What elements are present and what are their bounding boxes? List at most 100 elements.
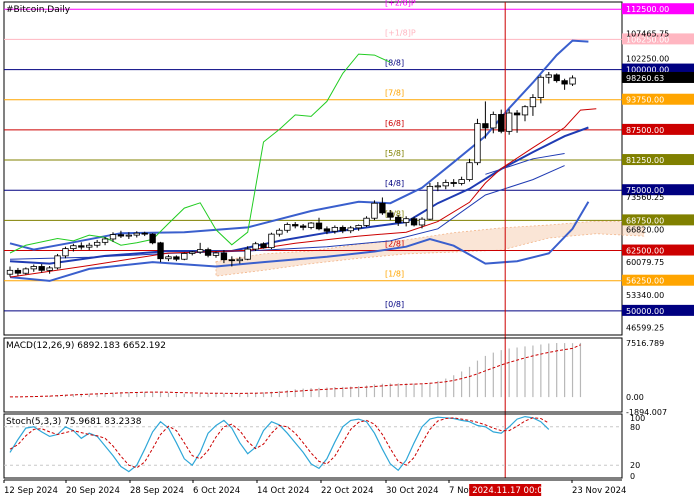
stochastic-tick-label: 0 [630,472,635,481]
candle-body[interactable] [212,252,220,256]
candle-body[interactable] [521,106,529,116]
candle-body[interactable] [561,80,568,85]
candle-body[interactable] [93,241,101,246]
candle-body[interactable] [101,238,109,243]
candle-body[interactable] [363,217,370,226]
candle-body[interactable] [6,269,14,275]
candle-body[interactable] [189,251,196,254]
candle-body[interactable] [204,249,212,256]
candle-body[interactable] [22,268,30,274]
candle-body[interactable] [537,76,545,98]
candle-body[interactable] [418,218,426,226]
candle-body[interactable] [78,245,85,248]
candle-body[interactable] [62,248,69,257]
macd-tick-label: 7516.789 [626,339,664,348]
candle-body[interactable] [355,225,362,229]
candle-body[interactable] [513,112,521,116]
candle-body[interactable] [434,185,442,188]
candle-body[interactable] [149,233,156,244]
murrey-level-label: [4/8] [385,179,404,188]
candle-body[interactable] [323,228,331,232]
candle-body[interactable] [109,234,117,240]
candle-body[interactable] [86,244,93,248]
candle-body[interactable] [466,162,473,180]
murrey-level-label: [8/8] [385,59,404,68]
candle-body[interactable] [117,234,125,237]
murrey-axis-tag-label: 56250.00 [626,277,664,286]
candle-body[interactable] [54,255,61,269]
candle-body[interactable] [545,74,552,78]
murrey-level-label: [7/8] [385,89,404,98]
candle-body[interactable] [181,253,188,260]
price-tick-label: 53340.00 [626,291,664,300]
candle-body[interactable] [244,248,251,260]
crosshair-time-label: 2024.11.17 00:00 [472,486,548,496]
candle-body[interactable] [228,259,236,262]
candle-body[interactable] [173,256,180,260]
candle-body[interactable] [482,123,489,129]
candle-body[interactable] [450,182,457,184]
candle-body[interactable] [38,266,45,271]
candle-body[interactable] [553,74,560,82]
candle-body[interactable] [395,216,402,223]
stochastic-tick-label: 100 [630,414,645,423]
price-tick-label: 73560.25 [626,193,664,202]
candle-body[interactable] [125,234,133,237]
price-tick-label: 102250.00 [626,55,669,64]
candle-body[interactable] [276,229,283,235]
candle-body[interactable] [387,212,394,218]
candle-body[interactable] [371,202,378,219]
candle-body[interactable] [292,224,299,227]
candle-body[interactable] [498,114,505,132]
candle-body[interactable] [569,77,576,85]
candle-body[interactable] [141,232,148,235]
candle-body[interactable] [268,233,275,249]
candle-body[interactable] [220,252,228,261]
candle-body[interactable] [505,112,513,132]
last-price-label: 98260.63 [626,74,664,83]
candle-body[interactable] [30,266,37,270]
price-tick-label: 107465.75 [626,30,669,39]
candle-body[interactable] [260,243,267,249]
candle-body[interactable] [315,222,323,230]
candle-body[interactable] [410,218,418,226]
candle-body[interactable] [490,114,497,129]
murrey-level-label: [5/8] [385,149,404,158]
candle-body[interactable] [339,226,346,232]
candle-body[interactable] [379,202,386,214]
candle-body[interactable] [458,179,465,184]
candle-body[interactable] [529,97,537,108]
murrey-level-label: [+1/8]P [385,28,416,37]
candle-body[interactable] [426,185,434,220]
macd-tick-label: 0.00 [626,393,644,402]
candle-body[interactable] [157,242,164,260]
murrey-axis-tag-label: 93750.00 [626,96,664,105]
candle-body[interactable] [474,123,481,164]
candle-body[interactable] [402,218,410,223]
candle-body[interactable] [133,232,140,236]
candle-body[interactable] [307,222,315,228]
candle-body[interactable] [46,267,53,271]
murrey-axis-tag-label: 87500.00 [626,126,664,135]
murrey-axis-tag-label: 81250.00 [626,156,664,165]
candle-body[interactable] [331,226,339,232]
price-tick-label: 60079.75 [626,258,664,267]
candle-body[interactable] [442,182,449,187]
stochastic-tick-label: 20 [630,461,640,470]
murrey-axis-tag-label: 112500.00 [626,5,669,14]
candle-body[interactable] [70,245,77,250]
murrey-axis-tag-label: 62500.00 [626,247,664,256]
candle-body[interactable] [284,224,291,231]
murrey-level-label: [+2/8]P [385,0,416,7]
murrey-axis-tag-label: 50000.00 [626,307,664,316]
candle-body[interactable] [14,269,22,274]
candle-body[interactable] [196,249,204,253]
stochastic-title: Stoch(5,3,3) 75.9681 83.2338 [6,417,142,427]
candle-body[interactable] [299,225,307,228]
candle-body[interactable] [347,227,354,232]
candle-body[interactable] [252,243,259,250]
candle-body[interactable] [236,258,243,262]
time-tick-label: 23 Nov 2024 [572,486,626,496]
chart-window: [+2/8]P 112500.00 [+1/8]P 106250.00 [8/8] 100… [0,0,700,500]
candle-body[interactable] [165,256,172,260]
